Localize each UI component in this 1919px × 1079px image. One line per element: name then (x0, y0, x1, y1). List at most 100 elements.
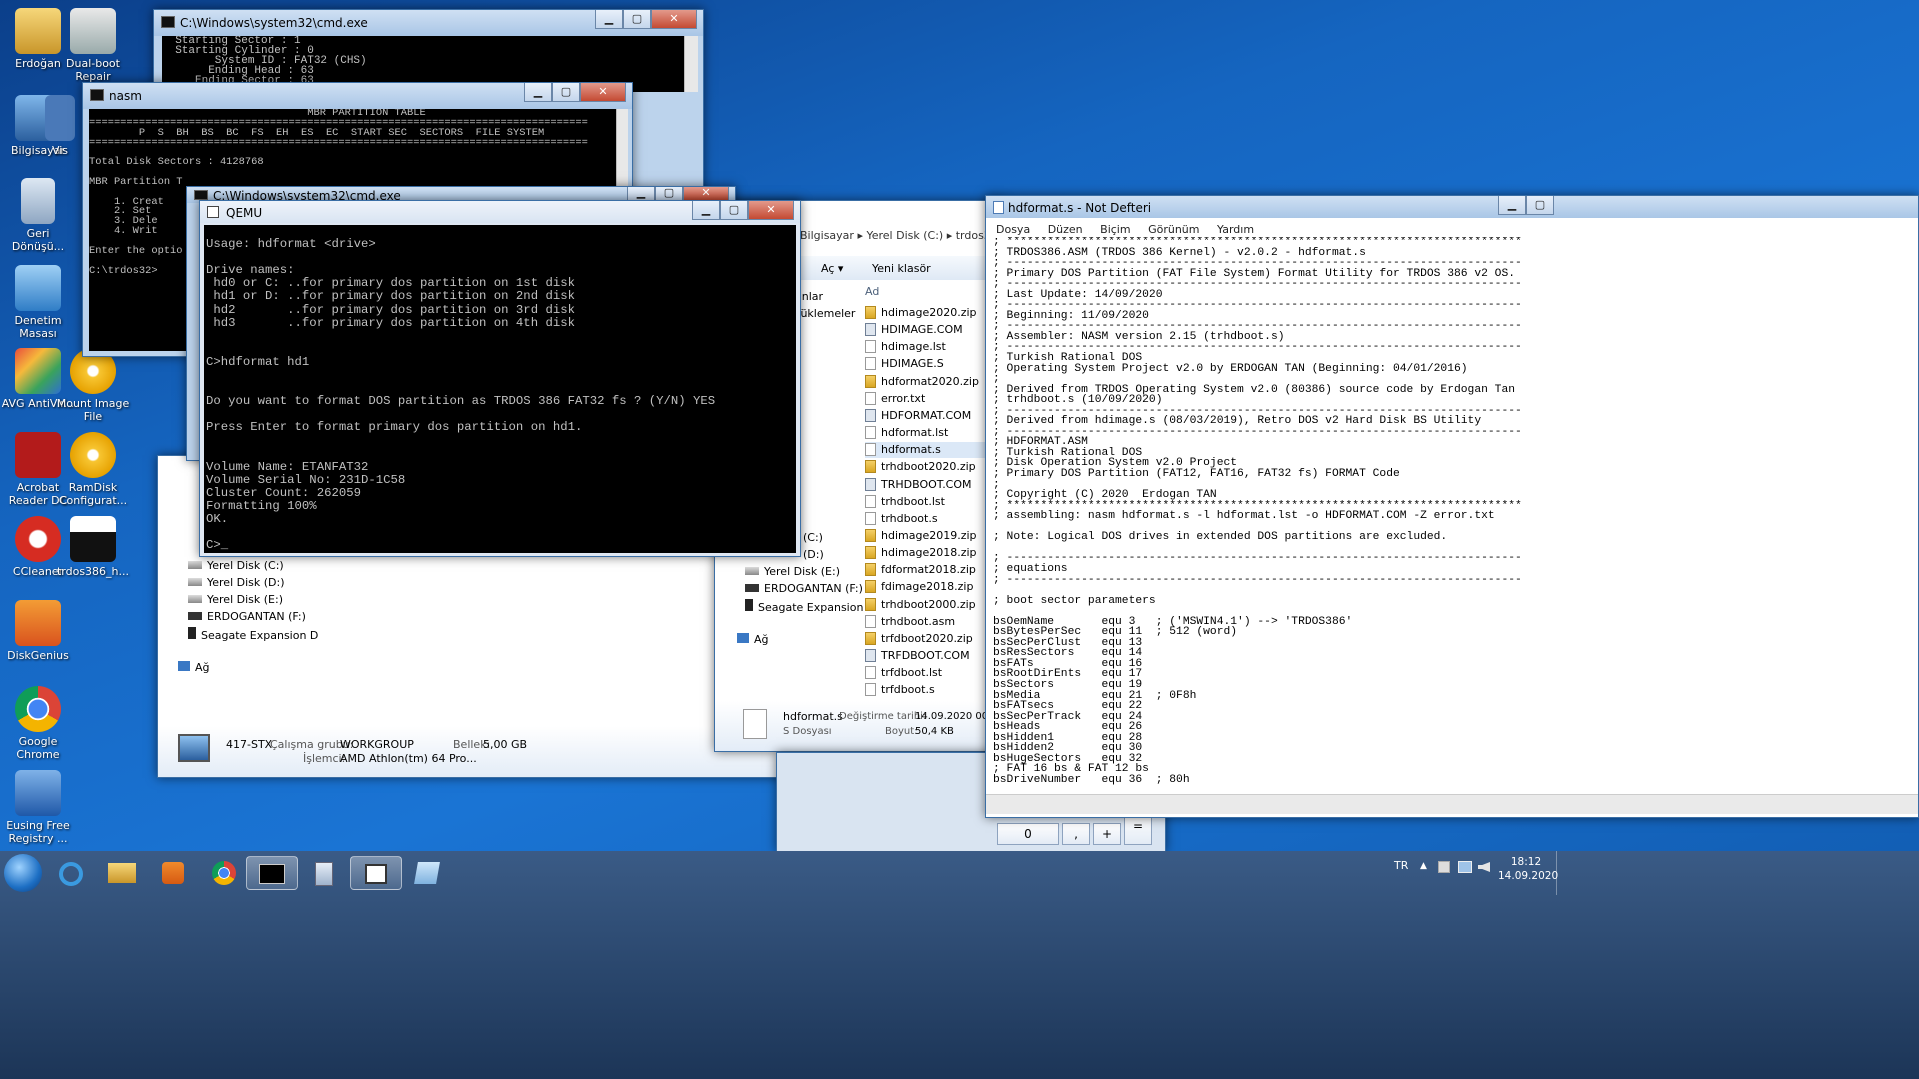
nav-item-network[interactable]: Ağ (737, 633, 769, 646)
file-list-item[interactable]: error.txt (865, 391, 1005, 407)
taskbar-media-player[interactable] (147, 856, 199, 890)
maximize-button[interactable]: ▢ (720, 201, 748, 220)
file-list-item[interactable]: fdformat2018.zip (865, 562, 1005, 578)
close-button[interactable]: ✕ (683, 187, 729, 201)
taskbar-qemu[interactable] (350, 856, 402, 890)
close-button[interactable]: ✕ (580, 83, 626, 102)
desktop-icon-eusing[interactable]: Eusing Free Registry ... (0, 770, 76, 845)
menu-format[interactable]: Biçim (1100, 223, 1130, 236)
taskbar-ie[interactable] (45, 856, 97, 890)
desktop-icon-recycle-bin[interactable]: Geri Dönüşü... (0, 178, 76, 253)
vertical-scrollbar[interactable] (684, 36, 698, 92)
desktop-icon-vis[interactable]: Vis (40, 95, 80, 157)
desktop-icon-ramdisk[interactable]: RamDisk Configurat... (55, 432, 131, 507)
nav-item-drive-c[interactable]: Yerel Disk (C:) (188, 559, 284, 572)
network-tray-icon[interactable] (1458, 861, 1472, 873)
open-button[interactable]: Aç ▾ (821, 262, 843, 275)
file-list-item[interactable]: hdformat.s (865, 442, 1005, 459)
nav-item-drive-c[interactable]: (C:) (803, 531, 823, 544)
file-list-item[interactable]: HDIMAGE.COM (865, 322, 1005, 338)
nav-item-drive-e[interactable]: Yerel Disk (E:) (745, 565, 840, 578)
address-bar[interactable]: Bilgisayar ▸ Yerel Disk (C:) ▸ trdos32 (800, 229, 1000, 249)
close-button[interactable]: ✕ (748, 201, 794, 220)
close-button[interactable]: ✕ (651, 10, 697, 29)
minimize-button[interactable]: ▁ (627, 187, 655, 201)
taskbar-explorer[interactable] (96, 856, 148, 890)
calc-key-plus[interactable]: + (1093, 823, 1121, 845)
nav-item-drive-f[interactable]: ERDOGANTAN (F:) (188, 610, 306, 623)
file-list-item[interactable]: trhdboot2020.zip (865, 459, 1005, 475)
calc-key-equals[interactable]: = (1124, 815, 1152, 845)
action-center-icon[interactable] (1438, 861, 1450, 873)
clock[interactable]: 18:12 14.09.2020 (1498, 855, 1558, 883)
maximize-button[interactable]: ▢ (655, 187, 683, 201)
desktop-icon-chrome[interactable]: Google Chrome (0, 686, 76, 761)
file-list-item[interactable]: hdformat.lst (865, 425, 1005, 441)
breadcrumb-drive-c[interactable]: Yerel Disk (C:) (866, 229, 943, 242)
nav-item-drive-d[interactable]: (D:) (803, 548, 824, 561)
horizontal-scrollbar[interactable] (986, 794, 1918, 814)
qemu-screen[interactable]: Usage: hdformat <drive> Drive names: hd0… (204, 225, 796, 553)
file-list-item[interactable]: trhdboot2000.zip (865, 597, 1005, 613)
maximize-button[interactable]: ▢ (1526, 196, 1554, 215)
file-list-item[interactable]: trfdboot.lst (865, 665, 1005, 681)
nav-item-seagate[interactable]: Seagate Expansion D (188, 627, 318, 642)
language-indicator[interactable]: TR (1394, 859, 1408, 872)
minimize-button[interactable]: ▁ (595, 10, 623, 29)
title-bar[interactable]: nasm ▁ ▢ ✕ (83, 83, 632, 109)
nav-item-2[interactable]: Yüklemeler (795, 307, 855, 320)
desktop-icon-diskgenius[interactable]: DiskGenius (0, 600, 76, 662)
calc-key-comma[interactable]: , (1062, 823, 1090, 845)
new-folder-button[interactable]: Yeni klasör (872, 262, 931, 275)
nav-item-seagate[interactable]: Seagate Expansion D (745, 599, 875, 614)
volume-icon[interactable] (1478, 862, 1490, 872)
file-list-item[interactable]: HDFORMAT.COM (865, 408, 1005, 424)
file-list-item[interactable]: TRFDBOOT.COM (865, 648, 1005, 664)
file-list-item[interactable]: hdimage2020.zip (865, 305, 1005, 321)
file-list-item[interactable]: TRHDBOOT.COM (865, 477, 1005, 493)
show-desktop-button[interactable] (1556, 851, 1566, 895)
file-list-item[interactable]: hdformat2020.zip (865, 374, 1005, 390)
breadcrumb-computer[interactable]: Bilgisayar (800, 229, 854, 242)
calc-key-0[interactable]: 0 (997, 823, 1059, 845)
nav-item-drive-d[interactable]: Yerel Disk (D:) (188, 576, 285, 589)
taskbar-calculator[interactable] (298, 856, 350, 890)
file-list-item[interactable]: trhdboot.lst (865, 494, 1005, 510)
file-list-item[interactable]: HDIMAGE.S (865, 356, 1005, 372)
desktop-icon-mount-image[interactable]: Mount Image File (55, 348, 131, 423)
file-list-item[interactable]: trhdboot.asm (865, 614, 1005, 630)
file-list-item[interactable]: trfdboot.s (865, 682, 1005, 698)
title-bar[interactable]: hdformat.s - Not Defteri ▁ ▢ (986, 196, 1918, 218)
file-list-item[interactable]: fdimage2018.zip (865, 579, 1005, 595)
menu-help[interactable]: Yardım (1217, 223, 1254, 236)
show-hidden-icons[interactable]: ▲ (1420, 861, 1427, 871)
maximize-button[interactable]: ▢ (552, 83, 580, 102)
minimize-button[interactable]: ▁ (524, 83, 552, 102)
nav-item-drive-e[interactable]: Yerel Disk (E:) (188, 593, 283, 606)
desktop-icon-trdos386[interactable]: trdos386_h... (55, 516, 131, 578)
menu-edit[interactable]: Düzen (1048, 223, 1083, 236)
nav-item-drive-f[interactable]: ERDOGANTAN (F:) (745, 582, 863, 595)
title-bar[interactable]: C:\Windows\system32\cmd.exe ▁ ▢ ✕ (154, 10, 703, 36)
column-header-name[interactable]: Ad (865, 285, 879, 298)
title-bar[interactable]: QEMU ▁ ▢ ✕ (200, 201, 800, 223)
taskbar-chrome[interactable] (198, 856, 250, 890)
taskbar-cmd[interactable] (246, 856, 298, 890)
notepad-window[interactable]: hdformat.s - Not Defteri ▁ ▢ Dosya Düzen … (985, 195, 1919, 818)
file-list-item[interactable]: hdimage2018.zip (865, 545, 1005, 561)
file-list-item[interactable]: hdimage.lst (865, 339, 1005, 355)
file-list-item[interactable]: trhdboot.s (865, 511, 1005, 527)
menu-view[interactable]: Görünüm (1148, 223, 1199, 236)
minimize-button[interactable]: ▁ (1498, 196, 1526, 215)
file-list-item[interactable]: hdimage2019.zip (865, 528, 1005, 544)
desktop-icon-dual-boot-repair[interactable]: Dual-boot Repair (55, 8, 131, 83)
maximize-button[interactable]: ▢ (623, 10, 651, 29)
minimize-button[interactable]: ▁ (692, 201, 720, 220)
file-list-item[interactable]: trfdboot2020.zip (865, 631, 1005, 647)
start-button[interactable] (4, 854, 42, 892)
desktop-icon-control-panel[interactable]: Denetim Masası (0, 265, 76, 340)
text-area[interactable]: ; **************************************… (993, 237, 1913, 789)
taskbar-notepad[interactable] (401, 856, 453, 890)
menu-file[interactable]: Dosya (996, 223, 1030, 236)
nav-item-network[interactable]: Ağ (178, 661, 210, 674)
